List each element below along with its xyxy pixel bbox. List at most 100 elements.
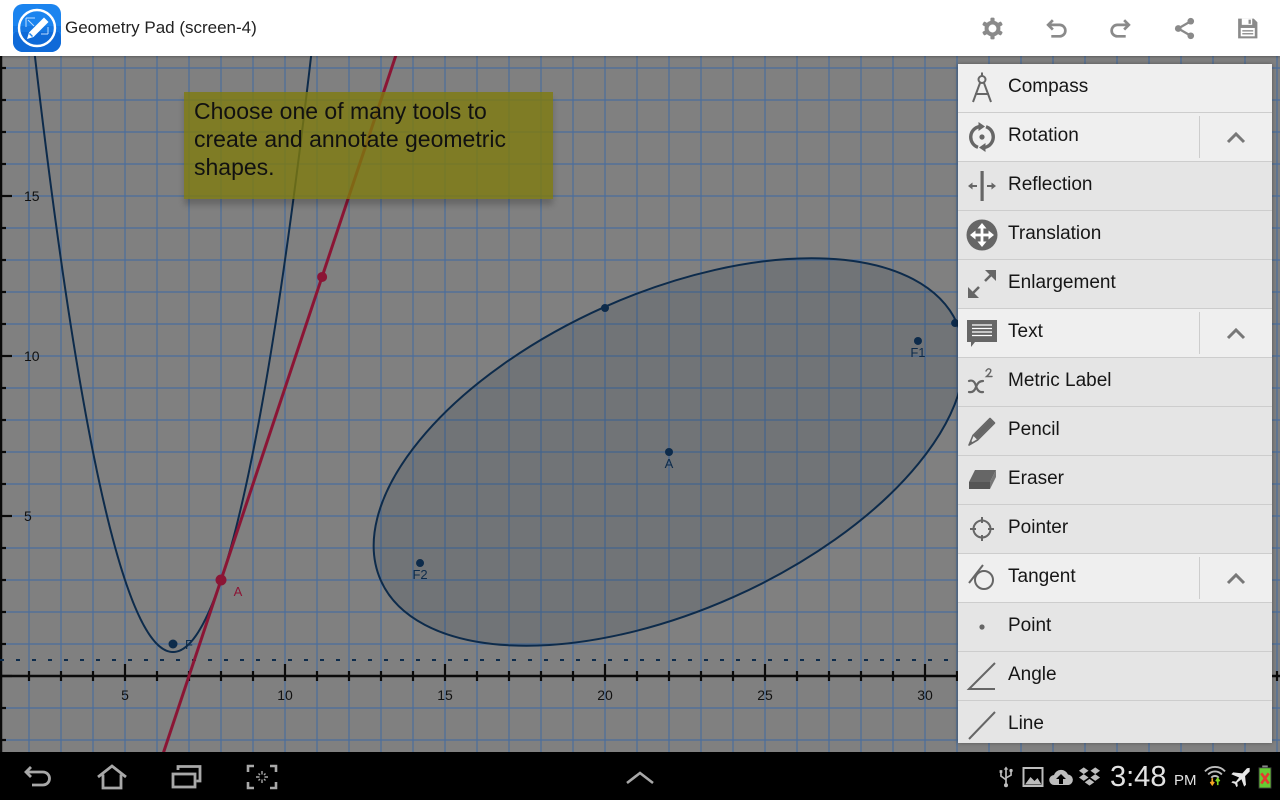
tool-point[interactable]: Point — [958, 603, 1272, 652]
tool-angle[interactable]: Angle — [958, 652, 1272, 701]
settings-button[interactable] — [978, 14, 1006, 42]
redo-icon — [1108, 16, 1133, 41]
crosshair-icon — [966, 513, 998, 545]
screenshot-button[interactable] — [245, 764, 279, 790]
usb-icon — [997, 766, 1015, 788]
save-icon — [1235, 16, 1260, 41]
undo-button[interactable] — [1042, 14, 1070, 42]
tool-text[interactable]: Text — [958, 309, 1272, 358]
chevron-up-icon — [1226, 572, 1246, 585]
tangent-line-handle-point[interactable] — [317, 271, 328, 282]
x-axis-tick-label: 5 — [121, 687, 129, 703]
tool-tangent[interactable]: Tangent — [958, 554, 1272, 603]
angle-icon — [966, 660, 998, 692]
tool-label: Translation — [1008, 223, 1102, 244]
tool-pointer[interactable]: Pointer — [958, 505, 1272, 554]
undo-icon — [1044, 16, 1069, 41]
ellipse-center-point[interactable] — [665, 448, 673, 456]
y-axis-tick-label: 5 — [24, 508, 32, 524]
parabola-focus-point[interactable] — [168, 639, 178, 649]
screenshot-icon — [246, 764, 278, 790]
tool-label: Tangent — [1008, 566, 1076, 587]
line-icon — [966, 709, 998, 741]
tool-label: Enlargement — [1008, 272, 1116, 293]
text-bubble-icon — [966, 317, 998, 349]
show-more-button[interactable] — [623, 764, 657, 790]
home-button[interactable] — [95, 764, 129, 790]
tool-label: Reflection — [1008, 174, 1093, 195]
tutorial-tooltip[interactable]: Choose one of many tools to create and a… — [184, 92, 553, 199]
system-navigation-bar: 3:48 PM — [0, 752, 1280, 800]
y-axis-tick-label: 10 — [24, 348, 40, 364]
cloud-upload-icon — [1048, 766, 1074, 788]
y-axis-tick-label: 15 — [24, 188, 40, 204]
point-label: F2 — [412, 567, 427, 582]
tool-menu: Compass Rotation Reflection Translation … — [958, 64, 1272, 743]
rotation-icon — [966, 121, 998, 153]
gear-icon — [980, 16, 1005, 41]
tangent-point-a[interactable] — [215, 574, 227, 586]
text-collapse-toggle[interactable] — [1199, 312, 1272, 354]
clock-time: 3:48 — [1110, 761, 1167, 793]
x-axis-tick-label: 15 — [437, 687, 453, 703]
app-title: Geometry Pad (screen-4) — [65, 18, 257, 37]
tool-label: Line — [1008, 713, 1044, 734]
tangent-collapse-toggle[interactable] — [1199, 557, 1272, 599]
tool-rotation[interactable]: Rotation — [958, 113, 1272, 162]
tool-label: Rotation — [1008, 125, 1079, 146]
recent-apps-icon — [171, 765, 202, 789]
clock-ampm: PM — [1174, 772, 1197, 789]
tool-metric-label[interactable]: Metric Label — [958, 358, 1272, 407]
back-button[interactable] — [21, 764, 55, 790]
ellipse-curve-point[interactable] — [601, 304, 609, 312]
gallery-icon — [1022, 766, 1044, 788]
tool-reflection[interactable]: Reflection — [958, 162, 1272, 211]
recent-apps-button[interactable] — [170, 764, 204, 790]
share-button[interactable] — [1170, 14, 1198, 42]
tutorial-text: Choose one of many tools to create and a… — [194, 98, 506, 180]
action-bar: Geometry Pad (screen-4) — [0, 0, 1280, 56]
x-squared-icon — [966, 366, 998, 398]
chevron-up-icon — [626, 771, 654, 785]
tool-label: Pencil — [1008, 419, 1060, 440]
rotation-collapse-toggle[interactable] — [1199, 116, 1272, 158]
point-label: A — [234, 584, 243, 599]
eraser-icon — [966, 464, 998, 496]
geometry-pad-app-icon[interactable] — [13, 4, 61, 52]
ellipse-focus-point[interactable] — [416, 559, 425, 568]
home-icon — [97, 764, 127, 790]
x-axis-tick-label: 25 — [757, 687, 773, 703]
tangent-icon — [966, 562, 998, 594]
translation-icon — [966, 219, 998, 251]
point-label: A — [665, 456, 674, 471]
dropbox-icon — [1078, 766, 1101, 788]
tool-label: Pointer — [1008, 517, 1069, 538]
pencil-icon — [966, 415, 998, 447]
x-axis-tick-label: 10 — [277, 687, 293, 703]
chevron-up-icon — [1226, 131, 1246, 144]
airplane-icon — [1229, 766, 1252, 788]
redo-button[interactable] — [1106, 14, 1134, 42]
wifi-icon — [1202, 764, 1228, 786]
point-label: F — [185, 637, 193, 652]
tool-pencil[interactable]: Pencil — [958, 407, 1272, 456]
tool-compass[interactable]: Compass — [958, 64, 1272, 113]
share-icon — [1172, 16, 1197, 41]
ellipse-focus-point[interactable] — [913, 336, 922, 345]
tool-label: Metric Label — [1008, 370, 1112, 391]
chevron-up-icon — [1226, 327, 1246, 340]
tool-label: Text — [1008, 321, 1043, 342]
x-axis-tick-label: 20 — [597, 687, 613, 703]
tool-translation[interactable]: Translation — [958, 211, 1272, 260]
tool-label: Compass — [1008, 76, 1089, 97]
tool-label: Eraser — [1008, 468, 1064, 489]
enlargement-icon — [966, 268, 998, 300]
save-button[interactable] — [1233, 14, 1261, 42]
point-icon — [966, 611, 998, 643]
tool-label: Point — [1008, 615, 1052, 636]
tool-label: Angle — [1008, 664, 1057, 685]
tool-enlargement[interactable]: Enlargement — [958, 260, 1272, 309]
tool-eraser[interactable]: Eraser — [958, 456, 1272, 505]
tool-line[interactable]: Line — [958, 701, 1272, 743]
battery-icon — [1257, 765, 1273, 789]
